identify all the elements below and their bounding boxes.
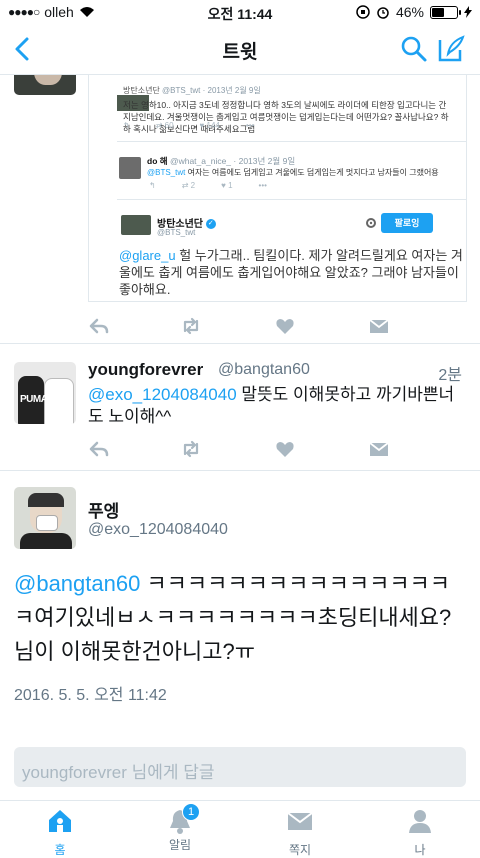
tweet-card: PUMA youngforevrer @bangtan60 2분 @exo_12…	[0, 344, 480, 471]
user-handle: @exo_1204084040	[88, 521, 228, 538]
reply-input[interactable]: youngforevrer 님에게 답글	[14, 747, 466, 787]
tweet-timestamp: 2016. 5. 5. 오전 11:42	[14, 687, 167, 704]
avatar[interactable]	[14, 75, 76, 95]
tweet-card: 방탄소년단 @BTS_twt · 2013년 2월 9일 저는 영하10.. 아…	[0, 75, 480, 344]
embed-reply: do 해 @what_a_nice_ · 2013년 2월 9일 @BTS_tw…	[117, 151, 466, 199]
compose-icon[interactable]	[436, 34, 466, 64]
verified-icon: ✓	[205, 219, 216, 230]
embed-reply-avatar	[119, 157, 141, 179]
rotation-lock-icon	[356, 5, 370, 19]
following-button: 팔로잉	[381, 213, 433, 233]
like-icon[interactable]	[274, 315, 296, 337]
message-icon[interactable]	[368, 315, 390, 337]
status-bar: ●●●●○ olleh 오전 11:44 46%	[0, 0, 480, 24]
mail-icon	[287, 812, 313, 830]
embed-main-tweet: 방탄소년단 ✓ @BTS_twt 팔로잉 @glare_u 헐 누가그래.. 팀…	[117, 203, 466, 301]
focused-tweet: 푸엥 @exo_1204084040 @bangtan60 ㅋㅋㅋㅋㅋㅋㅋㅋㅋㅋ…	[0, 471, 480, 747]
tweet-time: 2분	[438, 367, 462, 384]
battery-percent: 46%	[395, 4, 424, 20]
person-icon	[409, 810, 431, 833]
mention-link[interactable]: @exo_1204084040	[88, 385, 237, 404]
message-icon[interactable]	[368, 438, 390, 460]
retweet-icon[interactable]	[180, 315, 202, 337]
search-icon[interactable]	[400, 35, 428, 63]
user-handle: @bangtan60	[218, 361, 310, 378]
like-icon[interactable]	[274, 438, 296, 460]
notification-badge: 1	[182, 803, 200, 821]
tab-messages[interactable]: 쪽지	[260, 803, 340, 857]
embed-top-meta: 방탄소년단 @BTS_twt · 2013년 2월 9일	[123, 86, 261, 95]
tab-bar: 홈 1 알림 쪽지 나	[0, 800, 480, 857]
reply-icon[interactable]	[88, 315, 110, 337]
tweet-actions	[88, 438, 390, 460]
quoted-image[interactable]: 방탄소년단 @BTS_twt · 2013년 2월 9일 저는 영하10.. 아…	[88, 75, 467, 302]
retweet-icon[interactable]	[180, 438, 202, 460]
reply-icon[interactable]	[88, 438, 110, 460]
mention-link[interactable]: @bangtan60	[14, 571, 140, 596]
avatar[interactable]: PUMA	[14, 362, 76, 424]
user-name[interactable]: 푸엥	[88, 497, 119, 522]
tab-me[interactable]: 나	[380, 803, 460, 857]
home-icon	[49, 810, 71, 832]
battery-icon	[430, 5, 461, 19]
gear-icon	[366, 218, 376, 228]
nav-bar: 트윗	[0, 24, 480, 75]
tweet-text: @exo_1204084040 말뜻도 이해못하고 까기바쁜너도 노이해^^	[88, 385, 455, 426]
tab-home[interactable]: 홈	[20, 803, 100, 857]
embed-top-actions: ↰ ⇄ 60 ♥ 144 •••	[123, 121, 255, 130]
tweet-thread: 방탄소년단 @BTS_twt · 2013년 2월 9일 저는 영하10.. 아…	[0, 75, 480, 747]
user-name[interactable]: youngforevrer	[88, 360, 203, 380]
avatar[interactable]	[14, 487, 76, 549]
tab-notifications[interactable]: 1 알림	[140, 803, 220, 853]
tweet-actions	[88, 315, 390, 337]
reply-placeholder: youngforevrer 님에게 답글	[22, 763, 215, 782]
embed-main-avatar	[121, 215, 151, 235]
tweet-text: @bangtan60 ㅋㅋㅋㅋㅋㅋㅋㅋㅋㅋㅋㅋㅋㅋㅋㅋ여기있네ㅂㅅㅋㅋㅋㅋㅋㅋㅋ…	[14, 571, 452, 664]
charging-icon	[464, 6, 472, 18]
alarm-icon	[377, 7, 389, 19]
